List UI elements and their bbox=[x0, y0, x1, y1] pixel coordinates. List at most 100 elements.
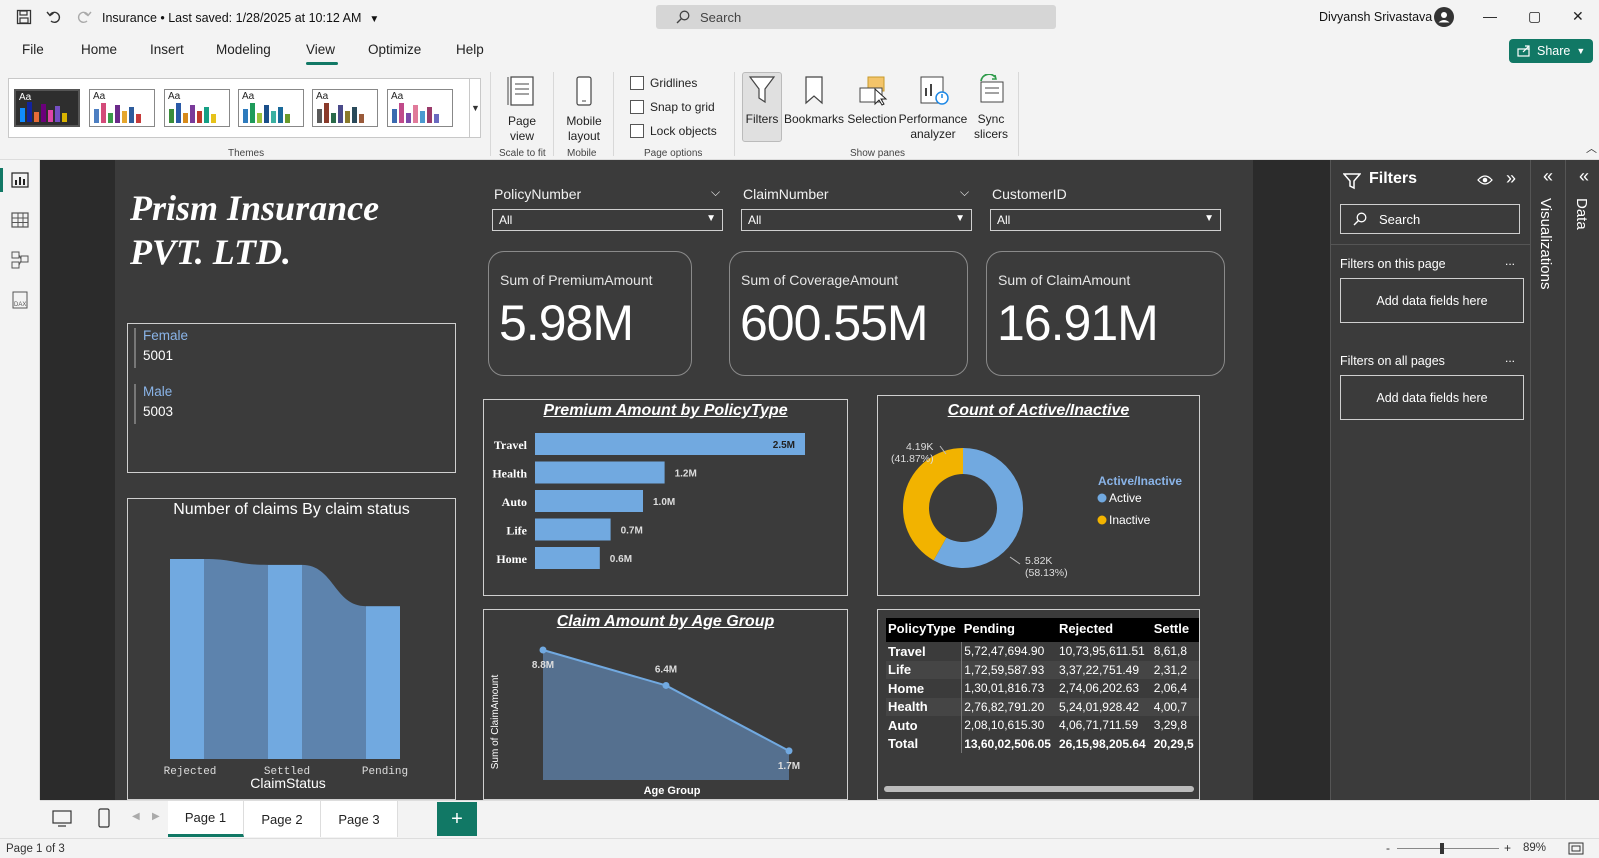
table-row[interactable]: Life 1,72,59,587.93 3,37,22,751.49 2,31,2 bbox=[886, 660, 1199, 679]
collapse-pane-icon[interactable]: » bbox=[1506, 168, 1516, 189]
expand-data-icon[interactable]: « bbox=[1579, 166, 1589, 187]
chevron-down-icon[interactable]: ⌵ bbox=[960, 185, 969, 200]
filters-pane-button[interactable]: Filters bbox=[742, 74, 782, 127]
bar bbox=[366, 606, 400, 759]
bookmarks-pane-button[interactable]: Bookmarks bbox=[784, 74, 844, 127]
redo-icon[interactable] bbox=[74, 7, 94, 27]
table-row[interactable]: Total 13,60,02,506.05 26,15,98,205.64 20,29… bbox=[886, 734, 1199, 753]
theme-label: Aa bbox=[93, 91, 106, 102]
theme-label: Aa bbox=[316, 91, 329, 102]
premium-by-policytype-chart[interactable]: Premium Amount by PolicyType Travel 2.5M H… bbox=[483, 399, 848, 596]
coverage-amount-card[interactable]: Sum of CoverageAmount 600.55M bbox=[729, 251, 968, 376]
scroll-left-icon[interactable]: ◀ bbox=[132, 811, 140, 822]
matrix-table: PolicyType Pending Rejected Settle Travel 5,7… bbox=[886, 618, 1199, 753]
table-cell: 8,61,8 bbox=[1153, 644, 1188, 659]
save-icon[interactable] bbox=[14, 7, 34, 27]
tab-page-2[interactable]: Page 2 bbox=[244, 801, 321, 837]
chevron-down-icon: ▼ bbox=[471, 103, 480, 113]
minimize-button[interactable]: — bbox=[1483, 8, 1497, 24]
add-page-button[interactable]: + bbox=[437, 802, 477, 836]
menu-file[interactable]: File bbox=[22, 42, 44, 57]
menu-help[interactable]: Help bbox=[456, 42, 484, 57]
more-options-icon[interactable]: ... bbox=[1505, 351, 1515, 365]
selection-pane-button[interactable]: Selection bbox=[846, 74, 898, 127]
snap-to-grid-checkbox[interactable]: Snap to grid bbox=[630, 100, 715, 114]
theme-swatch[interactable]: Aa bbox=[14, 89, 80, 127]
visualizations-pane-tab[interactable]: Visualizations bbox=[1537, 198, 1554, 289]
dax-query-view-icon[interactable]: DAX bbox=[10, 290, 30, 310]
filters-search-input[interactable]: Search bbox=[1340, 204, 1520, 234]
tab-page-1[interactable]: Page 1 bbox=[168, 801, 244, 837]
theme-swatch[interactable]: Aa bbox=[89, 89, 155, 127]
category-label: Health bbox=[492, 467, 527, 481]
theme-swatch[interactable]: Aa bbox=[312, 89, 378, 127]
claim-amount-card[interactable]: Sum of ClaimAmount 16.91M bbox=[986, 251, 1225, 376]
claims-by-status-chart[interactable]: Number of claims By claim status Rejecte… bbox=[127, 498, 456, 800]
table-row[interactable]: Home 1,30,01,816.73 2,74,06,202.63 2,06,4 bbox=[886, 679, 1199, 698]
column-header[interactable]: Settle bbox=[1151, 618, 1199, 642]
page-filters-drop-zone[interactable]: Add data fields here bbox=[1340, 278, 1524, 323]
premium-amount-card[interactable]: Sum of PremiumAmount 5.98M bbox=[488, 251, 692, 376]
scroll-right-icon[interactable]: ▶ bbox=[152, 811, 160, 822]
undo-icon[interactable] bbox=[44, 7, 64, 27]
table-cell: 3,29,8 bbox=[1153, 718, 1188, 733]
theme-swatch[interactable]: Aa bbox=[238, 89, 304, 127]
fit-to-page-icon[interactable] bbox=[1568, 842, 1584, 855]
policy-number-slicer[interactable]: All ▼ bbox=[492, 209, 723, 231]
menu-insert[interactable]: Insert bbox=[150, 42, 184, 57]
themes-more-button[interactable]: ▼ bbox=[469, 79, 481, 137]
zoom-slider-thumb[interactable] bbox=[1440, 843, 1444, 854]
legend-marker bbox=[1097, 493, 1107, 503]
zoom-slider[interactable] bbox=[1397, 848, 1499, 849]
mobile-layout-icon[interactable] bbox=[98, 808, 110, 828]
zoom-level[interactable]: 89% bbox=[1523, 842, 1546, 854]
eye-icon[interactable] bbox=[1477, 173, 1493, 187]
lock-objects-checkbox[interactable]: Lock objects bbox=[630, 124, 717, 138]
menu-view[interactable]: View bbox=[306, 42, 335, 57]
model-view-icon[interactable] bbox=[10, 250, 30, 270]
data-pane-tab[interactable]: Data bbox=[1573, 198, 1590, 230]
close-button[interactable]: ✕ bbox=[1572, 8, 1584, 25]
mobile-layout-button[interactable]: Mobile layout bbox=[562, 74, 606, 144]
zoom-in-button[interactable]: + bbox=[1504, 841, 1511, 855]
all-pages-filters-drop-zone[interactable]: Add data fields here bbox=[1340, 375, 1524, 420]
column-header[interactable]: Pending bbox=[961, 618, 1057, 642]
claim-number-slicer[interactable]: All ▼ bbox=[741, 209, 972, 231]
menu-home[interactable]: Home bbox=[81, 42, 117, 57]
maximize-button[interactable]: ▢ bbox=[1528, 8, 1541, 25]
search-input[interactable]: Search bbox=[656, 5, 1056, 29]
claim-by-age-group-chart[interactable]: Claim Amount by Age Group 8.8M 6.4M 1.7M Ag… bbox=[483, 609, 848, 800]
expand-visualizations-icon[interactable]: « bbox=[1543, 166, 1553, 187]
active-inactive-chart[interactable]: Count of Active/Inactive 5.82K (58.13%) 4.… bbox=[877, 395, 1200, 596]
theme-swatch[interactable]: Aa bbox=[164, 89, 230, 127]
collapse-ribbon-icon[interactable]: ︿ bbox=[1586, 140, 1597, 156]
more-options-icon[interactable]: ... bbox=[1505, 254, 1515, 268]
share-button[interactable]: Share ▼ bbox=[1509, 39, 1593, 63]
tab-page-3[interactable]: Page 3 bbox=[321, 801, 398, 837]
menu-modeling[interactable]: Modeling bbox=[216, 42, 271, 57]
avatar[interactable] bbox=[1434, 7, 1454, 27]
claims-matrix-table[interactable]: PolicyType Pending Rejected Settle Travel 5,7… bbox=[877, 609, 1200, 800]
desktop-layout-icon[interactable] bbox=[52, 810, 72, 828]
horizontal-scrollbar[interactable] bbox=[884, 786, 1194, 792]
report-view-icon[interactable] bbox=[10, 170, 30, 190]
customer-id-slicer[interactable]: All ▼ bbox=[990, 209, 1221, 231]
document-title[interactable]: Insurance • Last saved: 1/28/2025 at 10:… bbox=[102, 11, 379, 25]
area-chart-svg: 8.8M 6.4M 1.7M Age Group Sum of ClaimAmount bbox=[490, 646, 800, 797]
table-row[interactable]: Travel 5,72,47,694.90 10,73,95,611.51 8,61,… bbox=[886, 642, 1199, 661]
zoom-out-button[interactable]: - bbox=[1386, 841, 1390, 855]
column-header[interactable]: Rejected bbox=[1056, 618, 1152, 642]
table-cell: 1,30,01,816.73 bbox=[964, 681, 1045, 696]
page-view-button[interactable]: Page view bbox=[503, 74, 541, 144]
gender-multirow-card[interactable]: Female 5001 Male 5003 bbox=[127, 323, 456, 473]
menu-optimize[interactable]: Optimize bbox=[368, 42, 421, 57]
table-view-icon[interactable] bbox=[10, 210, 30, 230]
theme-swatch[interactable]: Aa bbox=[387, 89, 453, 127]
table-row[interactable]: Health 2,76,82,791.20 5,24,01,928.42 4,00,7 bbox=[886, 697, 1199, 716]
table-row[interactable]: Auto 2,08,10,615.30 4,06,71,711.59 3,29,8 bbox=[886, 716, 1199, 735]
sync-slicers-button[interactable]: Sync slicers bbox=[966, 73, 1016, 142]
gridlines-checkbox[interactable]: Gridlines bbox=[630, 76, 697, 90]
chevron-down-icon[interactable]: ⌵ bbox=[711, 185, 720, 200]
performance-analyzer-button[interactable]: Performance analyzer bbox=[898, 74, 968, 142]
column-header[interactable]: PolicyType bbox=[886, 618, 962, 642]
